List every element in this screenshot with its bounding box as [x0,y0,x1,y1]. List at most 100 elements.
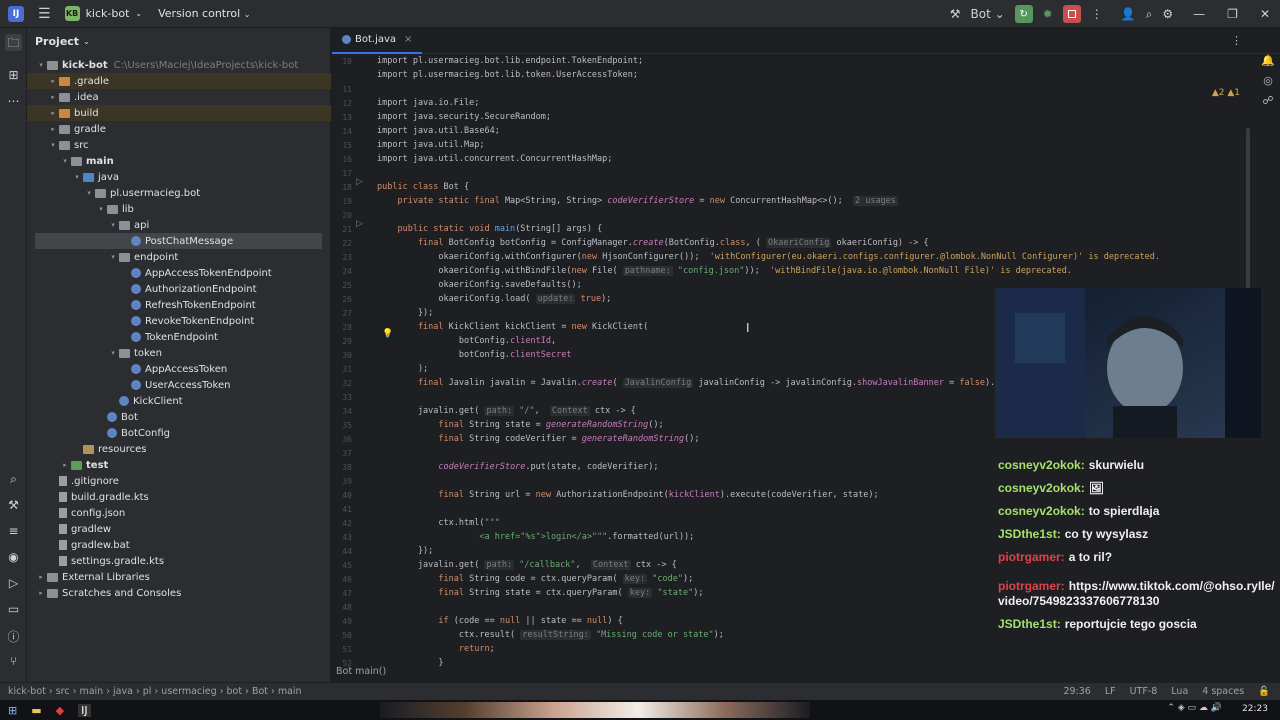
structure-icon[interactable]: ⊞ [5,68,22,85]
expanded-arrow-icon[interactable]: ▾ [83,189,95,197]
tree-item[interactable]: ▾ src [27,137,331,153]
expanded-arrow-icon[interactable]: ▾ [59,157,71,165]
more-actions-icon[interactable]: ⋮ [1091,7,1103,21]
code-line[interactable]: final String url = new AuthorizationEndp… [377,488,878,502]
code-line[interactable]: import java.util.Map; [377,138,484,152]
tree-item[interactable]: KickClient [27,393,331,409]
tree-item[interactable]: .gitignore [27,473,331,489]
taskbar-clock[interactable]: 22:23 [1242,704,1268,714]
scrollbar[interactable] [1246,128,1250,308]
code-line[interactable]: final String state = generateRandomStrin… [377,418,663,432]
code-line[interactable]: import pl.usermacieg.bot.lib.endpoint.To… [377,54,643,68]
collapsed-arrow-icon[interactable]: ▸ [47,125,59,133]
expanded-arrow-icon[interactable]: ▾ [107,221,119,229]
breadcrumb-item[interactable]: main [79,686,103,697]
tree-item[interactable]: AuthorizationEndpoint [27,281,331,297]
search-icon[interactable]: ⌕ [1146,7,1153,22]
code-line[interactable]: okaeriConfig.withConfigurer(new HjsonCon… [377,250,1160,264]
file-encoding[interactable]: UTF-8 [1130,686,1158,697]
tree-item[interactable]: RefreshTokenEndpoint [27,297,331,313]
code-line[interactable]: final String state = ctx.queryParam( key… [377,586,703,600]
code-line[interactable]: ctx.result( resultString: "Missing code … [377,628,724,642]
editor-breadcrumbs[interactable]: Bot main() [336,666,386,677]
code-line[interactable]: javalin.get( path: "/callback", Context … [377,558,677,572]
tree-item[interactable]: ▸ External Libraries [27,569,331,585]
tree-item[interactable]: ▾ java [27,169,331,185]
tree-item[interactable]: build.gradle.kts [27,489,331,505]
code-line[interactable]: ); [377,362,428,376]
restore-icon[interactable]: ❐ [1227,7,1238,21]
lock-icon[interactable]: 🔓 [1258,686,1270,697]
tree-item[interactable]: gradlew [27,521,331,537]
tree-item[interactable]: BotConfig [27,425,331,441]
close-icon[interactable]: ✕ [1260,7,1270,21]
code-line[interactable]: import java.security.SecureRandom; [377,110,551,124]
tree-item[interactable]: ▾ token [27,345,331,361]
code-line[interactable]: import java.util.concurrent.ConcurrentHa… [377,152,612,166]
collapsed-arrow-icon[interactable]: ▸ [59,461,71,469]
run-icon[interactable]: ▷ [5,576,22,593]
tree-item[interactable]: resources [27,441,331,457]
expanded-arrow-icon[interactable]: ▾ [107,349,119,357]
code-line[interactable]: }); [377,544,433,558]
tree-item[interactable]: AppAccessToken [27,361,331,377]
run-config-selector[interactable]: Bot ⌄ [971,7,1005,21]
project-selector[interactable]: KB kick-bot ⌄ [64,6,142,21]
build-hammer-icon[interactable]: ⚒ [950,7,961,21]
tray-icons[interactable]: ⌃ ◈ ▭ ☁ 🔊 [1167,703,1222,713]
tree-item[interactable]: ▾ pl.usermacieg.bot [27,185,331,201]
problems-icon[interactable]: ⓘ [5,628,22,645]
more-tabs-icon[interactable]: ⋮ [1231,34,1242,47]
tree-item[interactable]: PostChatMessage [35,233,322,249]
code-line[interactable]: import java.util.Base64; [377,124,500,138]
line-separator[interactable]: LF [1105,686,1116,697]
tree-item[interactable]: ▾ endpoint [27,249,331,265]
code-line[interactable]: codeVerifierStore.put(state, codeVerifie… [377,460,658,474]
hamburger-menu-icon[interactable]: ☰ [38,6,51,22]
code-line[interactable]: import pl.usermacieg.bot.lib.token.UserA… [377,68,638,82]
minimize-icon[interactable]: — [1193,7,1205,21]
tree-item[interactable]: AppAccessTokenEndpoint [27,265,331,281]
terminal-icon[interactable]: ▭ [5,602,22,619]
expanded-arrow-icon[interactable]: ▾ [47,141,59,149]
run-gutter-icon[interactable]: ▷ [356,177,363,187]
expanded-arrow-icon[interactable]: ▾ [35,61,47,69]
collapsed-arrow-icon[interactable]: ▸ [35,589,47,597]
services-icon[interactable]: ◉ [5,550,22,567]
gear-icon[interactable]: ⚙ [1162,7,1173,21]
add-user-icon[interactable]: 👤 [1121,7,1136,21]
code-line[interactable]: botConfig.clientId, [377,334,556,348]
file-explorer-icon[interactable]: ▬ [31,704,41,717]
tree-item[interactable]: ▾ api [27,217,331,233]
code-line[interactable]: <a href="%s">login</a>""".formatted(url)… [377,530,694,544]
intellij-taskbar-icon[interactable]: IJ [78,703,91,717]
expanded-arrow-icon[interactable]: ▾ [107,253,119,261]
windows-start-icon[interactable]: ⊞ [8,704,17,717]
rerun-button[interactable]: ↻ [1014,5,1033,23]
more-tools-icon[interactable]: ⋯ [5,94,22,111]
breadcrumb-item[interactable]: src [56,686,70,697]
version-control-menu[interactable]: Version control ⌄ [158,7,250,20]
tree-item[interactable]: config.json [27,505,331,521]
code-line[interactable]: final KickClient kickClient = new KickCl… [377,320,648,334]
code-line[interactable]: if (code == null || state == null) { [377,614,622,628]
copilot-icon[interactable]: ☍ [1256,94,1280,114]
status-breadcrumb[interactable]: kick-bot › src › main › java › pl › user… [8,686,302,697]
code-line[interactable]: javalin.get( path: "/", Context ctx -> { [377,404,636,418]
code-line[interactable]: botConfig.clientSecret [377,348,572,362]
tree-item[interactable]: ▾ kick-bot C:\Users\Maciej\IdeaProjects\ki… [27,57,331,73]
project-folder-icon[interactable]: 🗀 [5,34,22,51]
collapsed-arrow-icon[interactable]: ▸ [47,109,59,117]
expanded-arrow-icon[interactable]: ▾ [95,205,107,213]
code-line[interactable]: } [377,656,443,670]
tree-item[interactable]: gradlew.bat [27,537,331,553]
tree-item[interactable]: settings.gradle.kts [27,553,331,569]
run-gutter-icon[interactable]: ▷ [356,219,363,229]
debug-bug-icon[interactable]: ✹ [1043,7,1053,21]
code-line[interactable]: }); [377,306,433,320]
code-line[interactable]: ctx.html(""" [377,516,499,530]
tree-item[interactable]: Bot [27,409,331,425]
code-line[interactable]: final Javalin javalin = Javalin.create( … [377,376,1061,390]
code-line[interactable]: private static final Map<String, String>… [377,194,898,208]
project-panel-header[interactable]: Project ⌄ [27,28,330,54]
